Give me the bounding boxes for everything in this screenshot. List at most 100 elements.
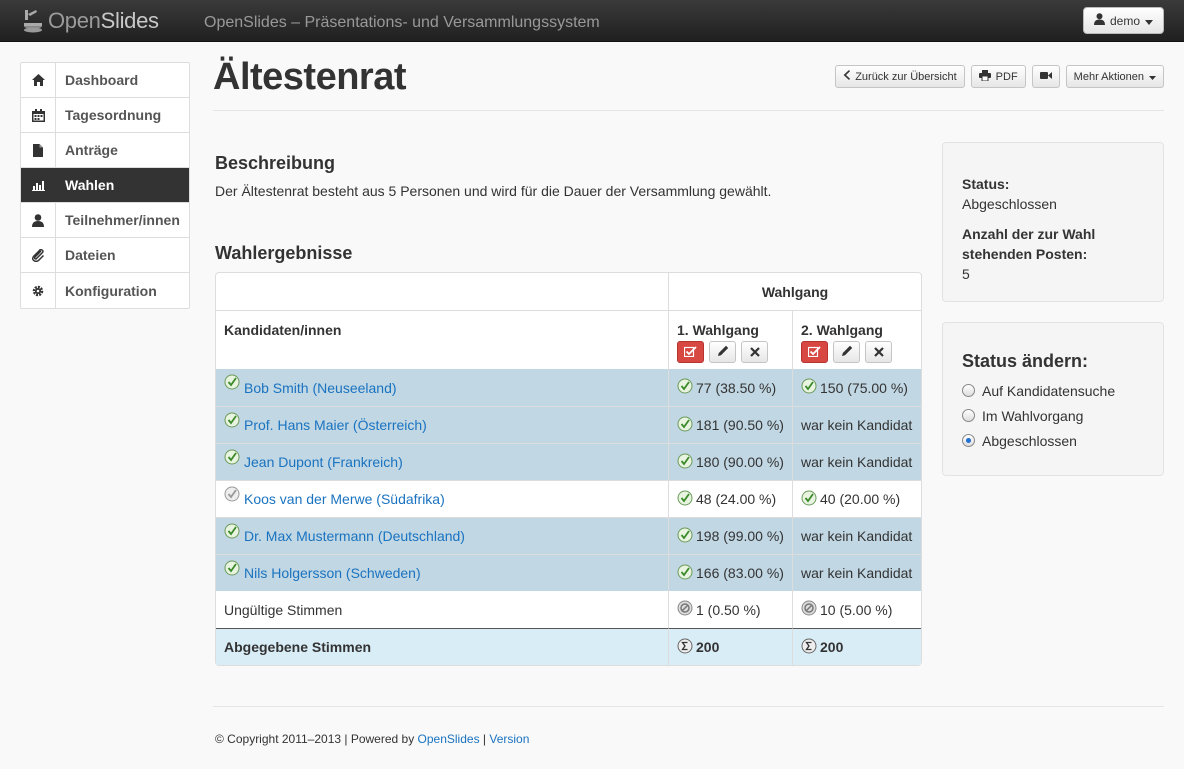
sidebar-item-wahlen[interactable]: Wahlen — [21, 168, 189, 203]
cast-votes-value: 200 — [820, 639, 844, 655]
vote-value: 166 (83.00 %) — [696, 565, 784, 581]
sidebar-item-dateien[interactable]: Dateien — [21, 238, 189, 273]
sidebar-nav: Dashboard Tagesordnung Anträge Wahlen Te… — [20, 62, 190, 309]
candidate-cell: Bob Smith (Neuseeland) — [216, 369, 668, 406]
elected-check-icon[interactable] — [224, 523, 240, 542]
status-option-candidate-search[interactable]: Auf Kandidatensuche — [962, 378, 1144, 403]
sidebar-item-antraege[interactable]: Anträge — [21, 133, 189, 168]
more-actions-button[interactable]: Mehr Aktionen — [1065, 65, 1164, 88]
not-elected-check-icon[interactable] — [224, 486, 240, 505]
app-title: OpenSlides – Präsentations- und Versamml… — [204, 14, 600, 31]
app-logo[interactable]: OpenSlides — [22, 6, 159, 36]
status-option-voting[interactable]: Im Wahlvorgang — [962, 403, 1144, 428]
vote-check-icon — [677, 453, 693, 472]
radio-button[interactable] — [962, 384, 975, 397]
cast-votes-ballot-1: 200 — [668, 628, 792, 665]
sidebar-item-label: Konfiguration — [65, 282, 157, 299]
candidate-link[interactable]: Koos van der Merwe (Südafrika) — [244, 491, 445, 507]
vote-value: war kein Kandidat — [801, 565, 913, 581]
radio-button-selected[interactable] — [962, 434, 975, 447]
ballot-1-result: 181 (90.50 %) — [668, 406, 792, 443]
back-label: Zurück zur Übersicht — [855, 70, 957, 83]
elected-check-icon[interactable] — [224, 374, 240, 393]
vote-check-icon — [677, 416, 693, 435]
table-row: Prof. Hans Maier (Österreich) 181 (90.50 … — [216, 406, 921, 443]
page-actions: Zurück zur Übersicht PDF Mehr Aktionen — [835, 65, 1164, 88]
user-icon — [1093, 13, 1105, 28]
result-rows: Bob Smith (Neuseeland) 77 (38.50 %) 150 (7… — [216, 369, 921, 591]
status-option-label: Im Wahlvorgang — [982, 407, 1084, 424]
sidebar-item-tagesordnung[interactable]: Tagesordnung — [21, 98, 189, 133]
delete-ballot-1-button[interactable] — [741, 340, 768, 363]
candidate-link[interactable]: Prof. Hans Maier (Österreich) — [244, 417, 427, 433]
chevron-left-icon — [843, 70, 851, 83]
pdf-button[interactable]: PDF — [970, 65, 1026, 88]
delete-ballot-2-button[interactable] — [865, 340, 892, 363]
ballot-1-label: 1. Wahlgang — [677, 321, 759, 338]
sidebar-item-label: Anträge — [65, 142, 118, 158]
vote-value: 40 (20.00 %) — [820, 491, 901, 507]
radio-button[interactable] — [962, 409, 975, 422]
status-label: Status: — [962, 176, 1010, 192]
invalid-votes-ballot-2: 10 (5.00 %) — [792, 591, 921, 628]
elected-check-icon[interactable] — [224, 412, 240, 431]
elected-check-icon[interactable] — [224, 560, 240, 579]
version-link[interactable]: Version — [489, 732, 529, 746]
candidate-link[interactable]: Dr. Max Mustermann (Deutschland) — [244, 528, 465, 544]
home-icon — [21, 63, 56, 97]
ballot-header-row: Kandidaten/innen 1. Wahlgang 2. Wahlgang — [216, 310, 921, 369]
candidate-link[interactable]: Jean Dupont (Frankreich) — [244, 454, 403, 470]
footer-separator: | — [479, 732, 490, 746]
file-icon — [21, 133, 56, 167]
candidate-cell: Dr. Max Mustermann (Deutschland) — [216, 517, 668, 554]
openslides-logo-icon — [22, 8, 44, 34]
edit-ballot-2-button[interactable] — [833, 340, 860, 363]
change-status-panel: Status ändern: Auf Kandidatensuche Im Wa… — [942, 322, 1164, 476]
table-row: Nils Holgersson (Schweden) 166 (83.00 %) w… — [216, 554, 921, 591]
user-name: demo — [1109, 13, 1140, 28]
ballot-1-result: 180 (90.00 %) — [668, 443, 792, 480]
sigma-icon — [677, 638, 693, 657]
user-icon — [21, 203, 56, 237]
elected-check-icon[interactable] — [224, 449, 240, 468]
status-option-label: Auf Kandidatensuche — [982, 382, 1116, 399]
sidebar-item-teilnehmer[interactable]: Teilnehmer/innen — [21, 203, 189, 238]
table-row: Dr. Max Mustermann (Deutschland) 198 (99.… — [216, 517, 921, 554]
candidate-cell: Prof. Hans Maier (Österreich) — [216, 406, 668, 443]
ballot-1-result: 166 (83.00 %) — [668, 554, 792, 591]
close-icon — [749, 344, 760, 360]
publish-ballot-2-button[interactable] — [801, 340, 828, 363]
ballot-2-header: 2. Wahlgang — [792, 310, 921, 369]
vote-check-icon — [677, 490, 693, 509]
ballot-1-result: 77 (38.50 %) — [668, 369, 792, 406]
edit-ballot-1-button[interactable] — [709, 340, 736, 363]
sidebar-item-label: Dateien — [65, 247, 116, 263]
status-panel: Status: Abgeschlossen Anzahl der zur Wah… — [942, 142, 1164, 302]
user-menu-button[interactable]: demo — [1082, 7, 1164, 34]
posts-value: 5 — [962, 266, 970, 282]
back-to-overview-button[interactable]: Zurück zur Übersicht — [835, 65, 965, 88]
cast-votes-ballot-2: 200 — [792, 628, 921, 665]
sidebar-item-label: Tagesordnung — [65, 107, 162, 123]
candidate-link[interactable]: Bob Smith (Neuseeland) — [244, 380, 397, 396]
description-text: Der Ältestenrat besteht aus 5 Personen u… — [215, 183, 772, 199]
status-option-label: Abgeschlossen — [982, 432, 1077, 449]
status-option-finished[interactable]: Abgeschlossen — [962, 428, 1144, 453]
ballot-1-result: 48 (24.00 %) — [668, 480, 792, 517]
publish-ballot-1-button[interactable] — [677, 340, 704, 363]
invalid-icon — [677, 600, 693, 619]
sidebar-item-konfiguration[interactable]: Konfiguration — [21, 273, 189, 308]
pdf-label: PDF — [995, 70, 1018, 83]
projector-button[interactable] — [1031, 65, 1060, 88]
invalid-votes-ballot-1: 1 (0.50 %) — [668, 591, 792, 628]
cast-votes-value: 200 — [696, 639, 720, 655]
candidate-link[interactable]: Nils Holgersson (Schweden) — [244, 565, 421, 581]
openslides-link[interactable]: OpenSlides — [418, 732, 480, 746]
invalid-votes-value: 10 (5.00 %) — [820, 601, 893, 618]
video-camera-icon — [1039, 71, 1052, 83]
caret-down-icon — [1145, 14, 1153, 28]
vote-value: 77 (38.50 %) — [696, 379, 777, 396]
sidebar-item-dashboard[interactable]: Dashboard — [21, 63, 189, 98]
status-value: Abgeschlossen — [962, 196, 1057, 212]
close-icon — [873, 344, 884, 360]
